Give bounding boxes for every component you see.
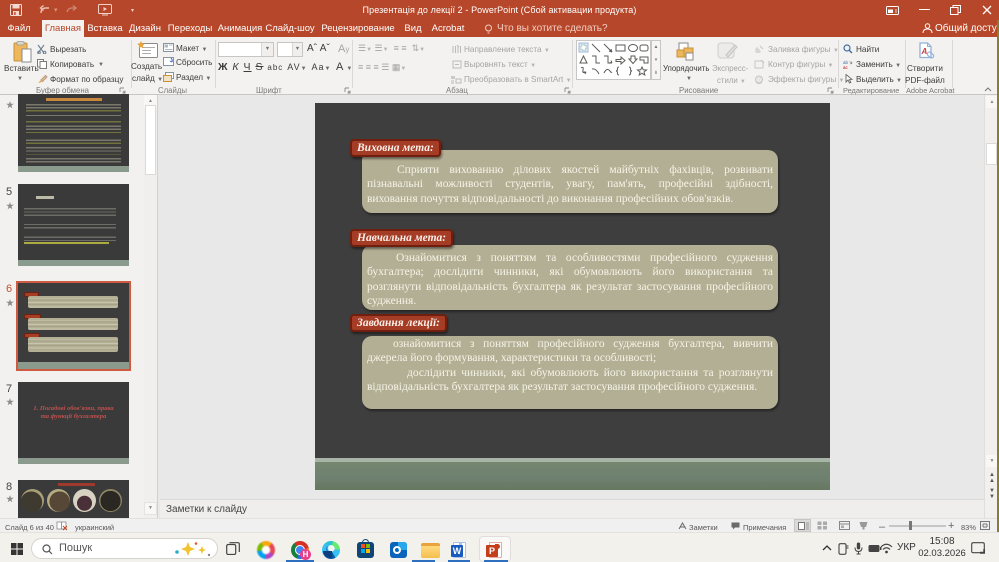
svg-text:A: A (921, 47, 928, 56)
svg-text:ac: ac (843, 65, 849, 69)
